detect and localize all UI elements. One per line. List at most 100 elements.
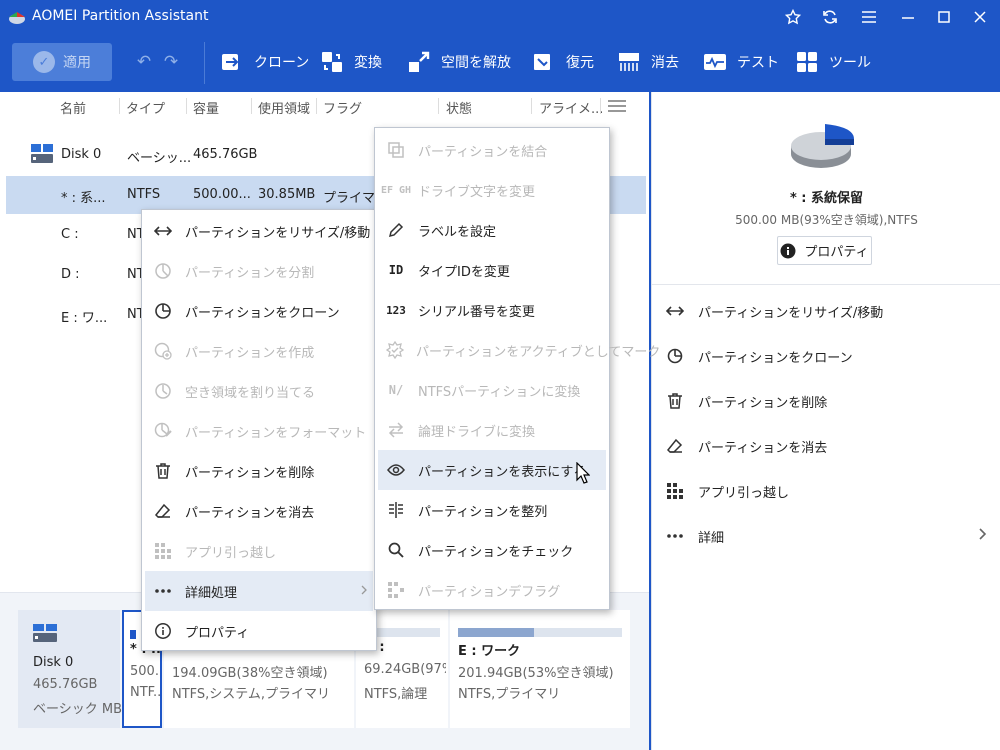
check-icon: ✓ (33, 51, 55, 73)
action-app-mover[interactable]: アプリ引っ越し (666, 476, 991, 506)
recover-button[interactable]: 復元 (532, 46, 594, 78)
menu-item-split: パーティションを分割 (145, 251, 373, 291)
menu-item-create: パーティションを作成 (145, 331, 373, 371)
menu-item-clone[interactable]: パーティションをクローン (145, 291, 373, 331)
chevron-right-icon (979, 528, 987, 544)
usage-bar (458, 628, 622, 637)
menu-item-set-label[interactable]: ラベルを設定 (378, 210, 606, 250)
context-menu: パーティションをリサイズ/移動 パーティションを分割 パーティションをクローン … (141, 209, 377, 651)
tools-button[interactable]: ツール (795, 46, 871, 78)
menu-item-unhide[interactable]: パーティションを表示にする (378, 450, 606, 490)
column-settings-icon[interactable] (608, 99, 626, 117)
search-icon (386, 540, 406, 560)
minimize-button[interactable] (895, 5, 921, 29)
refresh-icon[interactable] (817, 5, 843, 29)
col-capacity[interactable]: 容量 (193, 98, 219, 117)
defrag-icon (386, 580, 406, 600)
close-button[interactable] (967, 5, 993, 29)
action-delete[interactable]: パーティションを削除 (666, 386, 991, 416)
menu-item-set-active: パーティションをアクティブとしてマーク (378, 330, 660, 370)
window-title: AOMEI Partition Assistant (32, 8, 209, 24)
selected-partition-name: * : 系統保留 (789, 191, 864, 206)
col-used[interactable]: 使用領域 (258, 98, 310, 117)
convert-tool-icon (322, 52, 342, 72)
eye-icon (386, 460, 406, 480)
info-icon (780, 243, 796, 258)
app-move-icon (666, 482, 684, 500)
col-flag[interactable]: フラグ (323, 98, 362, 117)
action-wipe[interactable]: パーティションを消去 (666, 431, 991, 461)
action-resize-move[interactable]: パーティションをリサイズ/移動 (666, 296, 991, 326)
menu-item-change-serial[interactable]: 123 シリアル番号を変更 (378, 290, 606, 330)
selected-partition-info: 500.00 MB(93%空き領域),NTFS (735, 213, 918, 227)
resize-icon (153, 221, 173, 241)
menu-item-delete[interactable]: パーティションを削除 (145, 451, 373, 491)
trash-icon (666, 392, 684, 410)
menu-item-defrag: パーティションデフラグ (378, 570, 606, 610)
more-icon (666, 527, 684, 545)
menu-item-change-type-id[interactable]: ID タイプIDを変更 (378, 250, 606, 290)
create-icon (153, 341, 173, 361)
resize-icon (666, 302, 684, 320)
wipe-button[interactable]: 消去 (617, 46, 679, 78)
mouse-cursor-icon (576, 462, 590, 484)
clone-button[interactable]: クローン (220, 46, 309, 78)
expand-tool-icon (409, 51, 430, 72)
undo-icon[interactable]: ↶ (133, 51, 155, 73)
menu-item-wipe[interactable]: パーティションを消去 (145, 491, 373, 531)
tools-grid-icon (797, 52, 817, 72)
menu-item-check[interactable]: パーティションをチェック (378, 530, 606, 570)
allocate-icon (153, 381, 173, 401)
clone-icon (153, 301, 173, 321)
menu-item-merge: パーティションを結合 (378, 130, 606, 170)
eraser-icon (153, 501, 173, 521)
menu-item-format: パーティションをフォーマット (145, 411, 373, 451)
pie-chart-icon (791, 124, 854, 168)
recover-tool-icon (534, 54, 550, 70)
drive-letter-icon: EF GH (380, 184, 412, 196)
apply-button[interactable]: ✓ 適用 (12, 43, 112, 81)
usage-bar (130, 630, 136, 639)
disk-card[interactable]: Disk 0 465.76GB ベーシック MBR (18, 610, 131, 728)
menu-icon[interactable] (856, 5, 882, 29)
eraser-icon (666, 437, 684, 455)
col-alignment[interactable]: アライメ... (539, 98, 603, 117)
menu-item-allocate: 空き領域を割り当てる (145, 371, 373, 411)
menu-item-app-mover: アプリ引っ越し (145, 531, 373, 571)
toolbar: ✓ 適用 ↶ ↷ クローン 変換 空間を解放 復元 消去 テスト ツール (0, 34, 1000, 92)
serial-icon: 123 (386, 303, 406, 317)
action-clone[interactable]: パーティションをクローン (666, 341, 991, 371)
test-button[interactable]: テスト (703, 46, 779, 78)
col-status[interactable]: 状態 (446, 98, 472, 117)
properties-button[interactable]: プロパティ (777, 236, 872, 265)
free-space-button[interactable]: 空間を解放 (407, 46, 511, 78)
menu-item-resize-move[interactable]: パーティションをリサイズ/移動 (145, 211, 373, 251)
partition-block-e[interactable]: E : ワーク 201.94GB(53%空き領域) NTFS,プライマリ (450, 610, 630, 728)
info-icon (153, 621, 173, 641)
menu-item-convert-logical: 論理ドライブに変換 (378, 410, 606, 450)
col-name[interactable]: 名前 (60, 98, 86, 117)
convert-button[interactable]: 変換 (320, 46, 382, 78)
column-header: 名前 タイプ 容量 使用領域 フラグ 状態 アライメ... (0, 92, 649, 119)
menu-item-align[interactable]: パーティションを整列 (378, 490, 606, 530)
disk-icon (32, 623, 58, 647)
redo-icon[interactable]: ↷ (160, 51, 182, 73)
action-advanced[interactable]: 詳細 (666, 521, 991, 551)
star-icon[interactable] (780, 5, 806, 29)
col-type[interactable]: タイプ (126, 98, 165, 117)
more-icon (153, 581, 173, 601)
maximize-button[interactable] (931, 5, 957, 29)
clone-icon (666, 347, 684, 365)
chevron-right-icon (361, 584, 367, 599)
toolbar-divider (204, 42, 205, 84)
id-icon: ID (388, 263, 404, 277)
format-icon (153, 421, 173, 441)
convert-icon (386, 420, 406, 440)
advanced-submenu: パーティションを結合 EF GH ドライブ文字を変更 ラベルを設定 ID タイプ… (374, 127, 660, 610)
app-logo-icon (9, 12, 25, 24)
ntfs-icon: N/ (388, 383, 404, 397)
app-move-icon (153, 541, 173, 561)
menu-item-advanced[interactable]: 詳細処理 (145, 571, 373, 611)
menu-item-properties[interactable]: プロパティ (145, 611, 373, 651)
trash-icon (153, 461, 173, 481)
